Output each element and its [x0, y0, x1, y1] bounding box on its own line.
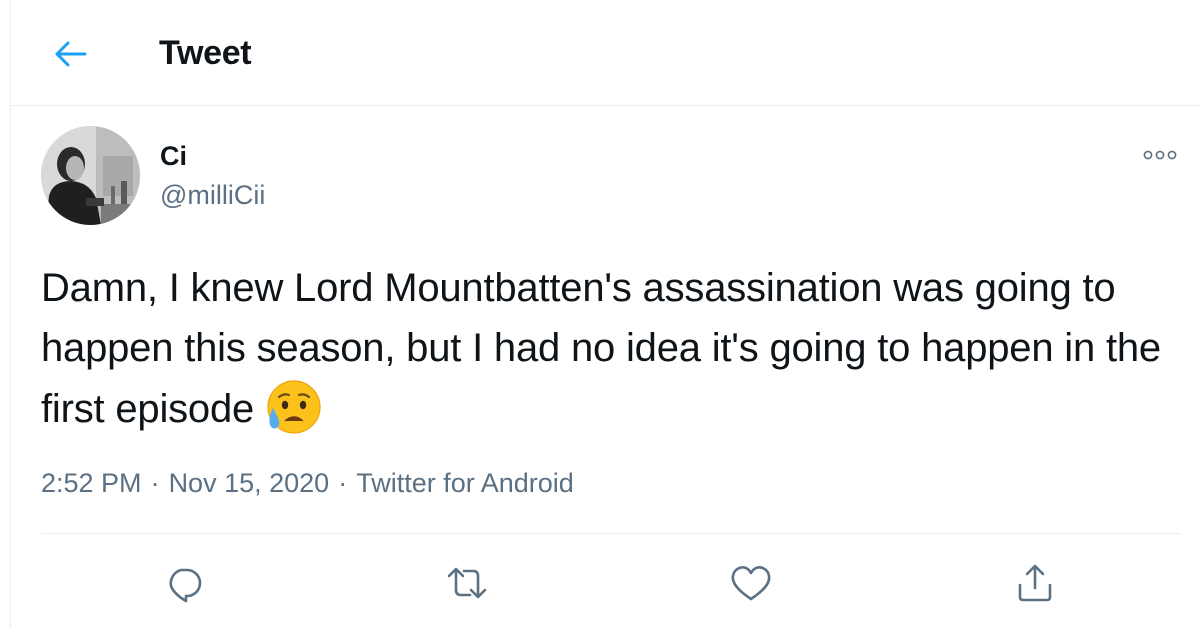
- retweet-icon: [447, 567, 487, 599]
- divider: [41, 533, 1181, 534]
- reply-button[interactable]: [159, 558, 209, 608]
- reply-icon: [169, 568, 202, 603]
- more-options-button[interactable]: [1139, 145, 1181, 165]
- page-header: Tweet: [11, 0, 1200, 106]
- more-options-icon: [1143, 150, 1177, 160]
- arrow-left-icon: [55, 41, 87, 67]
- tweet-metadata: 2:52 PM · Nov 15, 2020 · Twitter for Android: [41, 468, 574, 499]
- back-button[interactable]: [49, 34, 93, 74]
- page-title: Tweet: [159, 34, 252, 72]
- separator: ·: [150, 468, 160, 498]
- tweet-time[interactable]: 2:52 PM: [41, 468, 142, 498]
- author-name[interactable]: Ci: [160, 141, 187, 172]
- share-button[interactable]: [1010, 558, 1060, 608]
- like-icon: [731, 566, 771, 601]
- tweet-date[interactable]: Nov 15, 2020: [169, 468, 330, 498]
- like-button[interactable]: [726, 558, 776, 608]
- sad-but-relieved-face-emoji: [267, 380, 321, 434]
- tweet-source[interactable]: Twitter for Android: [356, 468, 574, 498]
- avatar[interactable]: [41, 126, 140, 225]
- tweet-body: Damn, I knew Lord Mountbatten's assassin…: [41, 258, 1171, 439]
- tweet-text: Damn, I knew Lord Mountbatten's assassin…: [41, 266, 1161, 431]
- tweet-page: Tweet Ci @milliCii Damn, I knew Lord Mou…: [10, 0, 1200, 628]
- avatar-photo: [41, 126, 140, 225]
- retweet-button[interactable]: [442, 558, 492, 608]
- separator: ·: [338, 468, 348, 498]
- action-bar: [11, 558, 1200, 608]
- share-icon: [1018, 564, 1052, 602]
- author-handle[interactable]: @milliCii: [160, 180, 265, 211]
